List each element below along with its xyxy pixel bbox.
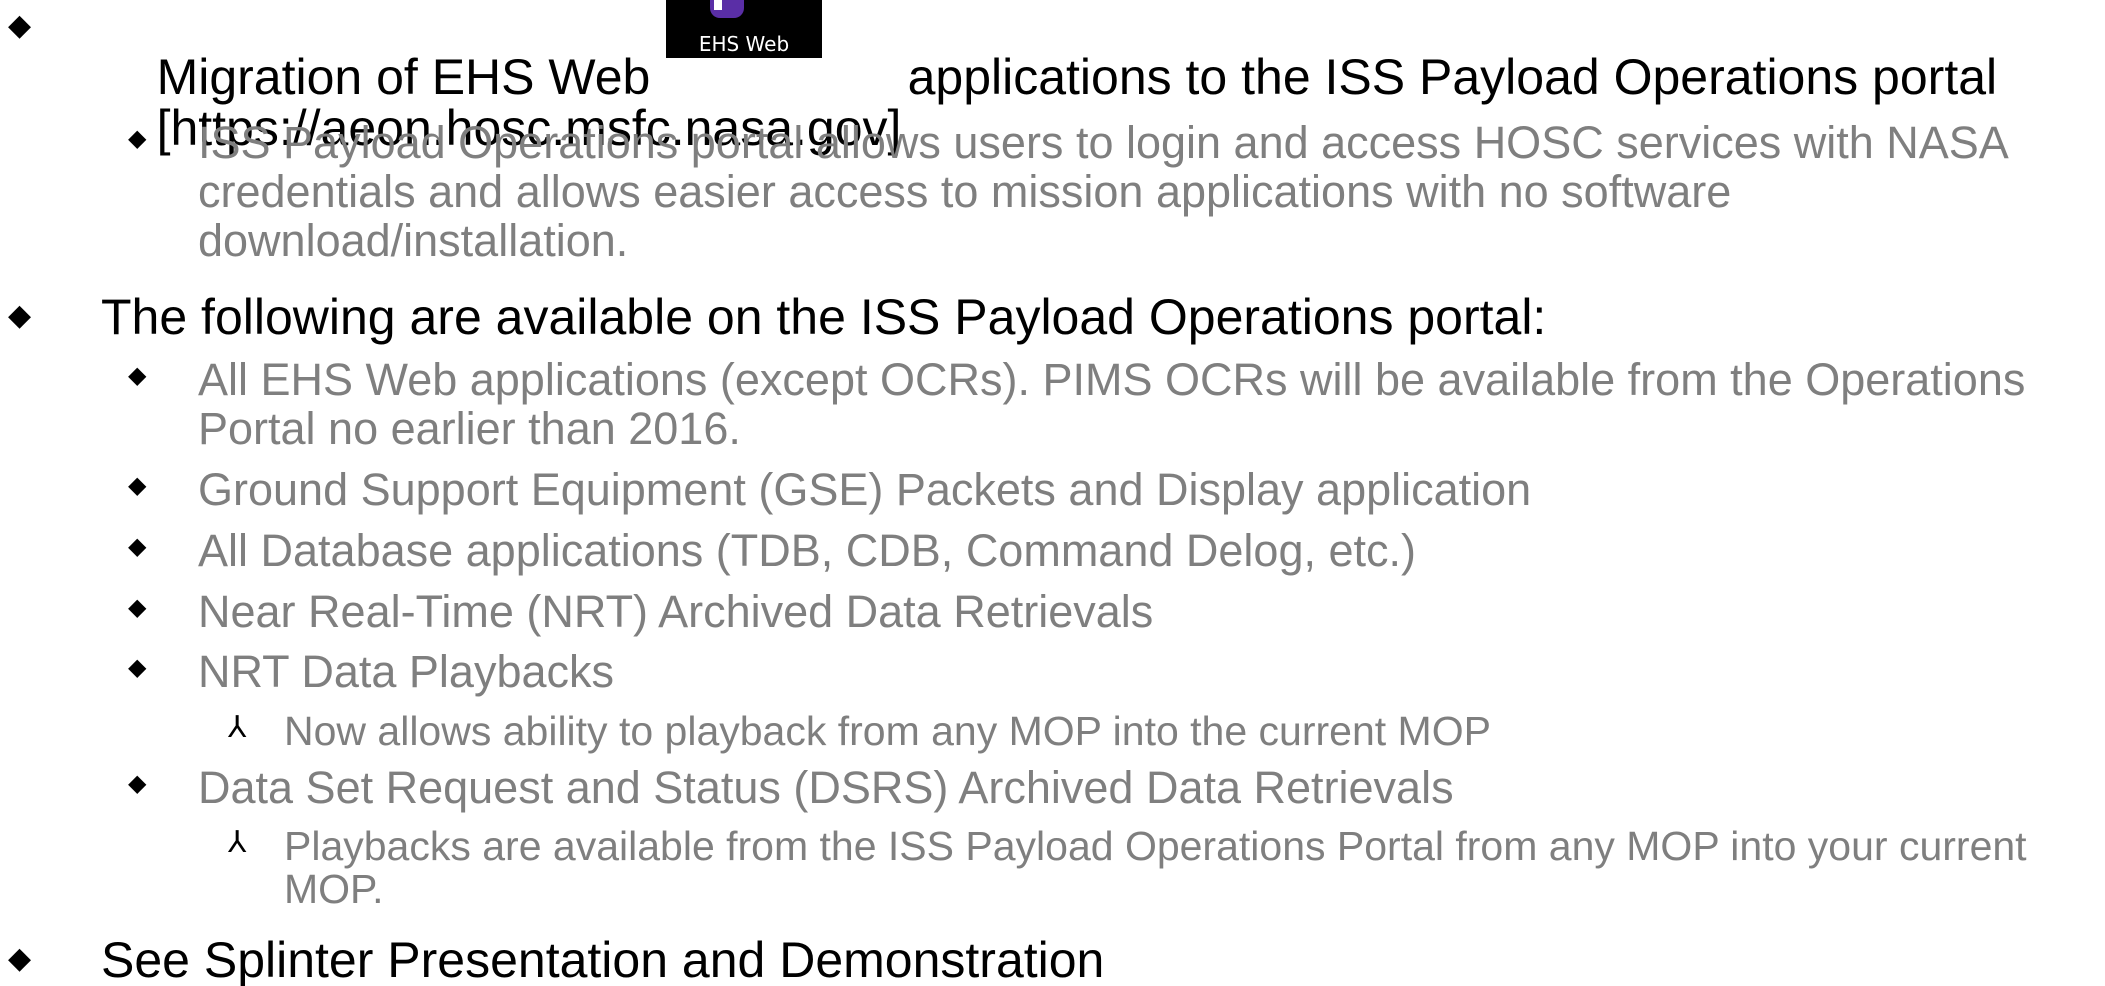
diamond-bullet-icon: ◆ <box>128 472 147 499</box>
diamond-bullet-icon: ◆ <box>128 654 147 681</box>
diamond-bullet-icon: ◆ <box>128 533 147 560</box>
splinter-text: See Splinter Presentation and Demonstrat… <box>101 932 1105 986</box>
ehs-apps-text: All EHS Web applications (except OCRs). … <box>198 354 2038 454</box>
playback-mop-text: Now allows ability to playback from any … <box>284 708 1491 754</box>
gse-text: Ground Support Equipment (GSE) Packets a… <box>198 464 1532 515</box>
portal-login-text: ISS Payload Operations portal allows use… <box>198 117 2019 266</box>
caret-bullet-icon: ⅄ <box>228 826 247 859</box>
diamond-bullet-icon: ◆ <box>128 125 147 152</box>
shortcut-arrow-icon <box>714 0 722 10</box>
diamond-bullet-icon: ◆ <box>8 942 32 975</box>
caret-bullet-icon: ⅄ <box>228 711 247 744</box>
ehs-web-icon-label: EHS Web <box>698 32 790 56</box>
diamond-bullet-icon: ◆ <box>128 362 147 389</box>
database-text: All Database applications (TDB, CDB, Com… <box>198 525 1416 576</box>
diamond-bullet-icon: ◆ <box>128 770 147 797</box>
dsrs-text: Data Set Request and Status (DSRS) Archi… <box>198 762 1454 813</box>
available-heading-text: The following are available on the ISS P… <box>101 289 1547 345</box>
ehs-web-app-icon: EHS Web <box>666 0 822 58</box>
diamond-bullet-icon: ◆ <box>128 594 147 621</box>
nrt-playbacks-text: NRT Data Playbacks <box>198 646 615 697</box>
nrt-retrievals-text: Near Real-Time (NRT) Archived Data Retri… <box>198 586 1154 637</box>
diamond-bullet-icon: ◆ <box>8 299 32 332</box>
diamond-bullet-icon: ◆ <box>8 9 32 42</box>
dsrs-playbacks-text: Playbacks are available from the ISS Pay… <box>284 823 2038 912</box>
